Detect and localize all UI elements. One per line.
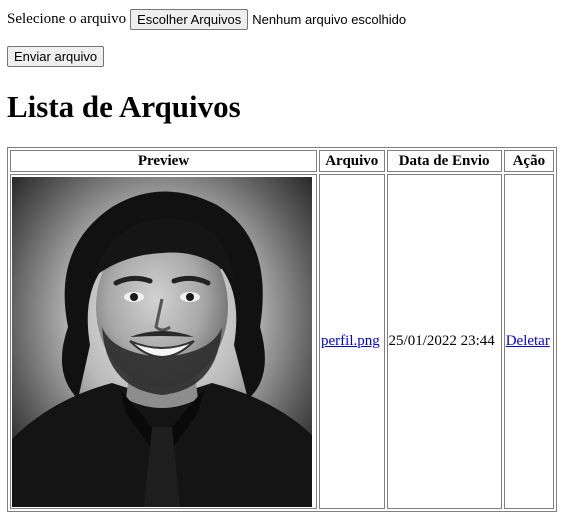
- table-row: perfil.png 25/01/2022 23:44 Deletar: [10, 174, 554, 509]
- choose-files-button[interactable]: Escolher Arquivos: [130, 8, 249, 30]
- upload-form: Selecione o arquivo Escolher Arquivos Ne…: [7, 8, 567, 67]
- delete-link[interactable]: Deletar: [506, 333, 550, 349]
- column-header-date: Data de Envio: [386, 150, 502, 172]
- column-header-file: Arquivo: [319, 150, 385, 172]
- column-header-preview: Preview: [10, 150, 317, 172]
- preview-cell: [10, 174, 317, 509]
- column-header-action: Ação: [503, 150, 554, 172]
- file-name-cell: perfil.png: [319, 174, 385, 509]
- file-label: Selecione o arquivo: [7, 10, 127, 27]
- send-file-button[interactable]: Enviar arquivo: [7, 46, 105, 67]
- file-link[interactable]: perfil.png: [321, 333, 380, 349]
- upload-date-cell: 25/01/2022 23:44: [386, 174, 502, 509]
- table-header-row: Preview Arquivo Data de Envio Ação: [10, 150, 554, 172]
- action-cell: Deletar: [503, 174, 554, 509]
- file-input-row: Selecione o arquivo Escolher Arquivos Ne…: [7, 8, 567, 30]
- profile-photo-preview: [12, 176, 312, 507]
- files-table: Preview Arquivo Data de Envio Ação perfi…: [7, 147, 557, 512]
- page-title: Lista de Arquivos: [7, 89, 241, 124]
- no-file-chosen-text: Nenhum arquivo escolhido: [252, 11, 407, 27]
